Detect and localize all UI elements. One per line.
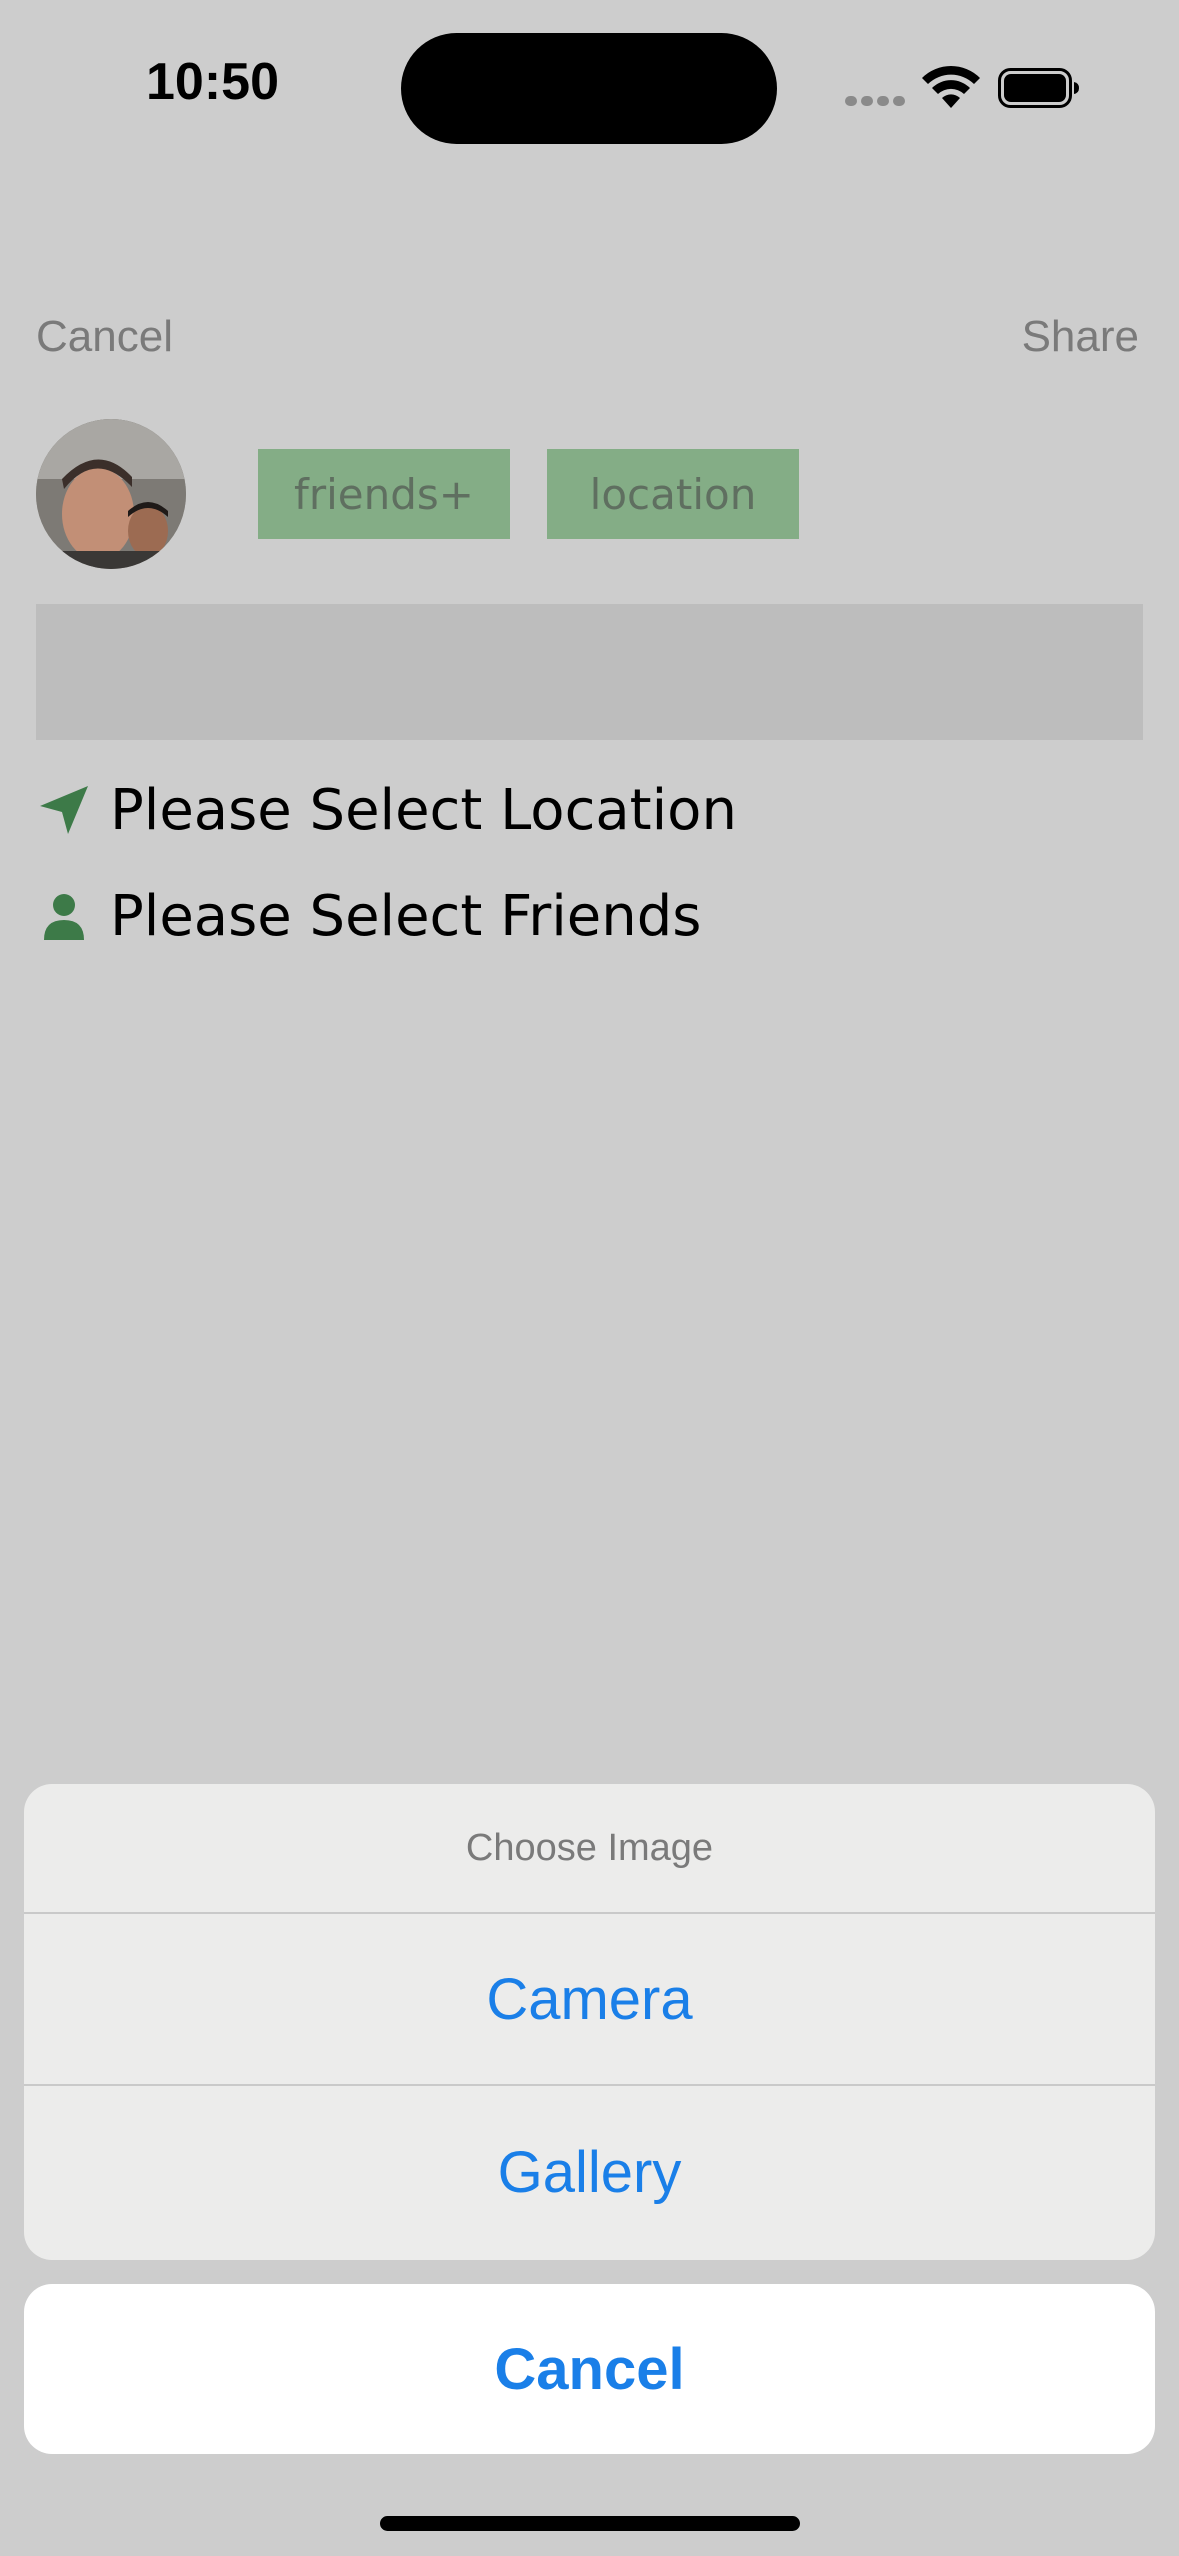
cancel-button[interactable]: Cancel xyxy=(36,312,173,362)
home-indicator xyxy=(380,2516,800,2531)
battery-icon xyxy=(998,68,1079,108)
person-icon xyxy=(44,894,84,940)
post-text-input[interactable] xyxy=(36,604,1143,740)
camera-option-button[interactable]: Camera xyxy=(24,1914,1155,2086)
gallery-option-button[interactable]: Gallery xyxy=(24,2086,1155,2258)
cellular-signal-icon xyxy=(845,96,905,106)
status-time: 10:50 xyxy=(146,53,279,111)
select-friends-label: Please Select Friends xyxy=(110,883,702,949)
dynamic-island xyxy=(401,33,777,144)
select-location-label: Please Select Location xyxy=(110,777,737,843)
choose-image-action-sheet: Choose Image Camera Gallery xyxy=(24,1784,1155,2260)
action-sheet-cancel-button[interactable]: Cancel xyxy=(24,2284,1155,2454)
wifi-icon xyxy=(922,65,980,108)
select-location-row[interactable]: Please Select Location xyxy=(36,770,737,850)
friends-tag-button[interactable]: friends+ xyxy=(258,449,510,539)
avatar xyxy=(36,419,186,569)
share-button[interactable]: Share xyxy=(1022,312,1139,362)
action-sheet-title: Choose Image xyxy=(24,1784,1155,1914)
location-tag-button[interactable]: location xyxy=(547,449,799,539)
navigation-arrow-icon xyxy=(40,786,88,834)
select-friends-row[interactable]: Please Select Friends xyxy=(36,876,701,956)
